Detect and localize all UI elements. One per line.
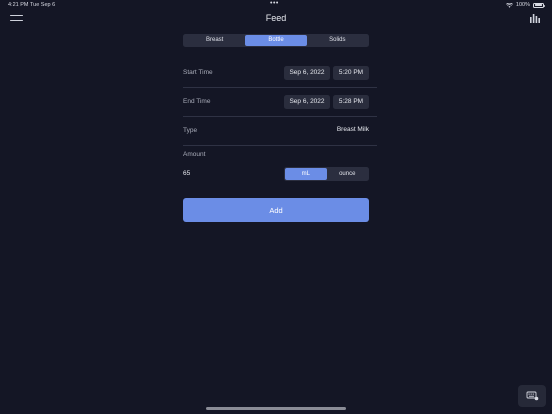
start-time-row: Start Time Sep 6, 2022 5:20 PM <box>183 59 377 88</box>
end-date-picker[interactable]: Sep 6, 2022 <box>284 95 330 109</box>
wifi-icon <box>506 2 513 8</box>
bar-chart-icon[interactable] <box>530 14 540 23</box>
end-time-picker[interactable]: 5:28 PM <box>333 95 369 109</box>
add-button[interactable]: Add <box>183 198 369 222</box>
battery-percent: 100% <box>515 2 530 8</box>
segment-bottle[interactable]: Bottle <box>245 35 307 46</box>
status-bar: 4:21 PM Tue Sep 6 ••• 100% <box>0 0 552 10</box>
end-time-row: End Time Sep 6, 2022 5:28 PM <box>183 88 377 117</box>
nav-bar: Feed <box>0 10 552 30</box>
segment-solids[interactable]: Solids <box>307 35 368 46</box>
multitasking-dots-icon[interactable]: ••• <box>270 0 279 7</box>
segment-ounce[interactable]: ounce <box>327 168 369 180</box>
amount-label: Amount <box>183 151 206 158</box>
start-time-label: Start Time <box>183 69 213 76</box>
end-time-label: End Time <box>183 98 211 105</box>
unit-segmented-control: mL ounce <box>284 167 369 181</box>
page-title: Feed <box>265 13 287 23</box>
type-label: Type <box>183 127 198 134</box>
start-date-picker[interactable]: Sep 6, 2022 <box>284 66 330 80</box>
home-indicator[interactable] <box>206 407 346 410</box>
status-time: 4:21 PM <box>8 2 29 8</box>
battery-icon <box>533 2 545 8</box>
feed-type-segmented-control: Breast Bottle Solids <box>183 34 369 47</box>
feed-form: Start Time Sep 6, 2022 5:20 PM End Time … <box>183 59 377 146</box>
status-date: Tue Sep 6 <box>30 2 56 8</box>
segment-breast[interactable]: Breast <box>184 35 245 46</box>
start-time-picker[interactable]: 5:20 PM <box>333 66 369 80</box>
keyboard-button[interactable] <box>518 385 546 407</box>
type-value[interactable]: Breast Milk <box>337 126 369 133</box>
status-indicators: 100% <box>506 2 545 8</box>
segment-ml[interactable]: mL <box>285 168 327 180</box>
type-row[interactable]: Type Breast Milk <box>183 117 377 146</box>
amount-input[interactable]: 65 <box>183 170 190 177</box>
keyboard-icon <box>526 391 539 401</box>
